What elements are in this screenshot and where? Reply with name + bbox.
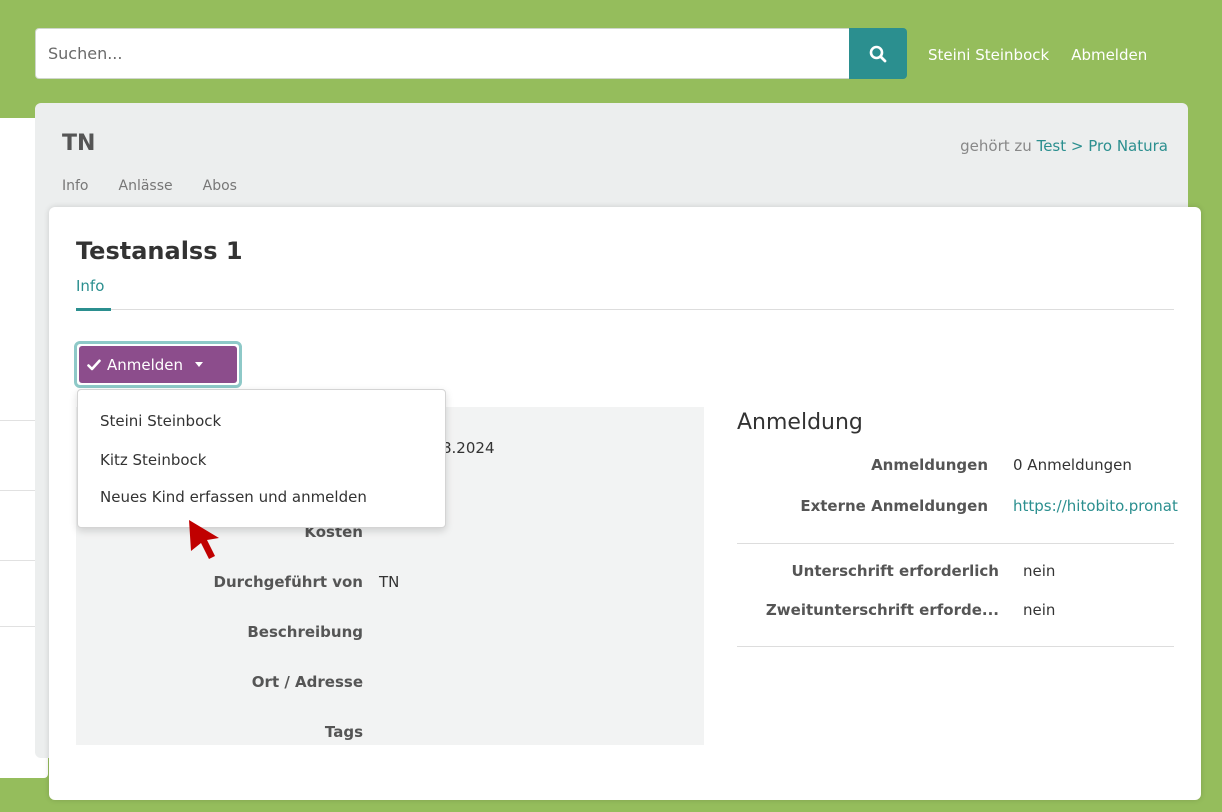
dropdown-item-kitz[interactable]: Kitz Steinbock (100, 451, 206, 469)
tab-events[interactable]: Anlässe (119, 178, 173, 194)
tab-info[interactable]: Info (62, 178, 89, 194)
pointer-arrow-icon (189, 520, 219, 559)
search-bar (35, 28, 907, 79)
info-label-location: Ort / Adresse (251, 673, 363, 691)
search-button[interactable] (849, 28, 907, 79)
search-input[interactable] (35, 28, 849, 79)
registration-label-count: Anmeldungen (871, 456, 988, 474)
breadcrumb-separator: > (1070, 137, 1084, 155)
breadcrumb-prefix: gehört zu (960, 137, 1032, 155)
register-button-focus-ring: Anmelden (74, 341, 242, 388)
breadcrumb-link-pro-natura[interactable]: Pro Natura (1088, 137, 1168, 155)
check-icon (87, 358, 101, 370)
chevron-down-icon (195, 362, 204, 367)
info-value-date: 8.2024 (442, 439, 495, 457)
active-tab-indicator (76, 308, 111, 311)
group-title: TN (62, 131, 96, 156)
info-label-organizer: Durchgeführt von (213, 573, 363, 591)
user-nav: Steini Steinbock Abmelden (928, 46, 1147, 64)
divider (737, 646, 1174, 647)
registration-label-signature: Unterschrift erforderlich (791, 562, 999, 580)
registration-heading: Anmeldung (737, 410, 863, 435)
registration-value-count: 0 Anmeldungen (1013, 456, 1132, 474)
group-tabs: Info Anlässe Abos (62, 178, 237, 194)
dropdown-item-new-child[interactable]: Neues Kind erfassen und anmelden (100, 488, 367, 506)
register-dropdown-button[interactable]: Anmelden (79, 346, 237, 383)
register-dropdown-menu: Steini Steinbock Kitz Steinbock Neues Ki… (77, 389, 446, 528)
user-link[interactable]: Steini Steinbock (928, 46, 1049, 64)
tab-event-info[interactable]: Info (76, 277, 104, 295)
info-label-tags: Tags (324, 723, 363, 741)
divider (76, 309, 1174, 310)
registration-label-second-signature: Zweitunterschrift erforde... (765, 601, 999, 619)
info-value-organizer: TN (379, 573, 400, 591)
registration-label-external: Externe Anmeldungen (800, 497, 988, 515)
breadcrumb-link-test[interactable]: Test (1037, 137, 1067, 155)
register-button-label: Anmelden (107, 355, 184, 374)
dropdown-item-steini[interactable]: Steini Steinbock (100, 412, 221, 430)
search-icon (869, 45, 887, 62)
page-title: Testanalss 1 (76, 237, 243, 265)
registration-value-second-signature: nein (1023, 601, 1056, 619)
registration-value-signature: nein (1023, 562, 1056, 580)
breadcrumb: gehört zu Test > Pro Natura (960, 137, 1168, 155)
divider (737, 543, 1174, 544)
registration-external-link[interactable]: https://hitobito.pronat (1013, 497, 1178, 515)
logout-link[interactable]: Abmelden (1071, 46, 1147, 64)
tab-subscriptions[interactable]: Abos (203, 178, 237, 194)
info-label-description: Beschreibung (247, 623, 363, 641)
